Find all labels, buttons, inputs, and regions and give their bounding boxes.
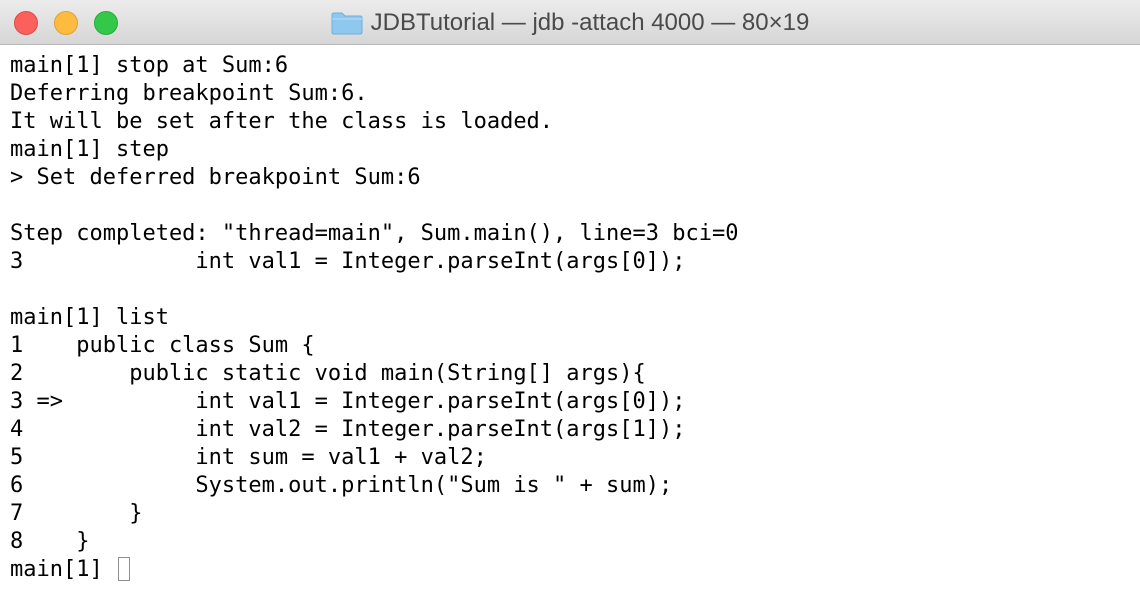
terminal-line: Step completed: "thread=main", Sum.main(… [10, 221, 739, 246]
terminal-line: It will be set after the class is loaded… [10, 109, 554, 134]
title-bar[interactable]: JDBTutorial — jdb -attach 4000 — 80×19 [0, 0, 1140, 45]
terminal-line: 3 int val1 = Integer.parseInt(args[0]); [10, 249, 686, 274]
terminal-line: 5 int sum = val1 + val2; [10, 445, 487, 470]
terminal-line: Deferring breakpoint Sum:6. [10, 81, 368, 106]
window-title-area: JDBTutorial — jdb -attach 4000 — 80×19 [0, 0, 1140, 45]
cursor-block-icon [117, 557, 130, 581]
terminal-line: 7 } [10, 501, 143, 526]
terminal-line: main[1] stop at Sum:6 [10, 53, 289, 78]
terminal-line: 3 => int val1 = Integer.parseInt(args[0]… [10, 389, 686, 414]
terminal-line: > Set deferred breakpoint Sum:6 [10, 165, 421, 190]
terminal-line: 2 public static void main(String[] args)… [10, 361, 646, 386]
terminal-line: main[1] list [10, 305, 169, 330]
terminal-prompt: main[1] [10, 557, 116, 582]
terminal-line: 1 public class Sum { [10, 333, 315, 358]
window-title: JDBTutorial — jdb -attach 4000 — 80×19 [370, 8, 810, 36]
terminal-line: main[1] step [10, 137, 169, 162]
terminal-line: 8 } [10, 529, 90, 554]
terminal-line: 4 int val2 = Integer.parseInt(args[1]); [10, 417, 686, 442]
terminal-output[interactable]: main[1] stop at Sum:6 Deferring breakpoi… [10, 52, 1130, 588]
terminal-line: 6 System.out.println("Sum is " + sum); [10, 473, 673, 498]
terminal-window: JDBTutorial — jdb -attach 4000 — 80×19 m… [0, 0, 1140, 592]
terminal-prompt-line[interactable]: main[1] [10, 556, 1130, 584]
folder-icon [331, 11, 363, 35]
